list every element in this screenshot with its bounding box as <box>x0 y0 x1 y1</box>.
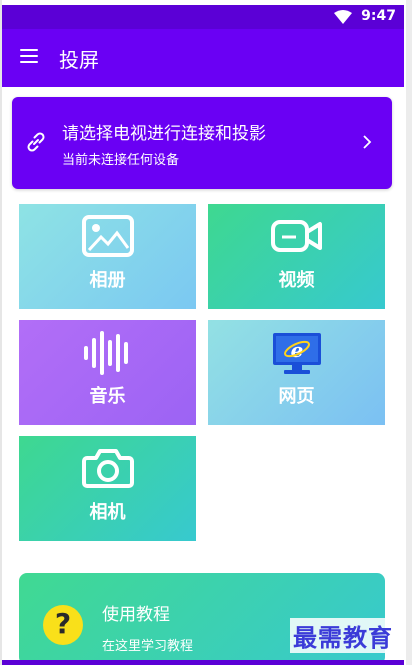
connect-status: 当前未连接任何设备 <box>62 153 180 168</box>
status-bar: 9:47 <box>2 5 404 29</box>
help-icon: ? <box>43 605 83 645</box>
tile-music[interactable]: 音乐 <box>19 320 196 425</box>
page-title: 投屏 <box>59 48 99 72</box>
tile-label: 相机 <box>89 502 126 523</box>
tile-video[interactable]: 视频 <box>208 204 385 309</box>
menu-icon[interactable] <box>20 49 40 65</box>
video-camera-icon <box>270 220 322 252</box>
app-bar: 投屏 <box>2 29 404 87</box>
tile-album[interactable]: 相册 <box>19 204 196 309</box>
tutorial-title: 使用教程 <box>102 605 170 625</box>
watermark-text: 最需教育 <box>290 618 396 653</box>
image-icon <box>81 215 134 257</box>
browser-monitor-icon: e <box>272 333 321 374</box>
tile-label: 相册 <box>89 270 126 291</box>
tile-camera[interactable]: 相机 <box>19 436 196 541</box>
tutorial-subtitle: 在这里学习教程 <box>102 639 194 654</box>
tile-label: 网页 <box>278 386 315 407</box>
chevron-right-icon <box>363 135 372 149</box>
frame-edge <box>406 0 412 665</box>
tile-label: 音乐 <box>89 386 126 407</box>
connect-title: 请选择电视进行连接和投影 <box>62 124 266 144</box>
tile-web[interactable]: e 网页 <box>208 320 385 425</box>
tile-label: 视频 <box>278 270 315 291</box>
connect-device-card[interactable]: 请选择电视进行连接和投影 当前未连接任何设备 <box>12 97 392 189</box>
wifi-icon <box>334 10 352 24</box>
status-time: 9:47 <box>361 8 396 24</box>
link-icon <box>27 132 45 152</box>
camera-icon <box>81 449 134 488</box>
audio-wave-icon <box>83 331 128 375</box>
app-screen: 9:47 投屏 请选择电视进行连接和投影 当前未连接任何设备 相册 视频 音乐 … <box>0 0 412 665</box>
bottom-edge-bar <box>2 660 404 665</box>
frame-edge <box>0 0 2 665</box>
